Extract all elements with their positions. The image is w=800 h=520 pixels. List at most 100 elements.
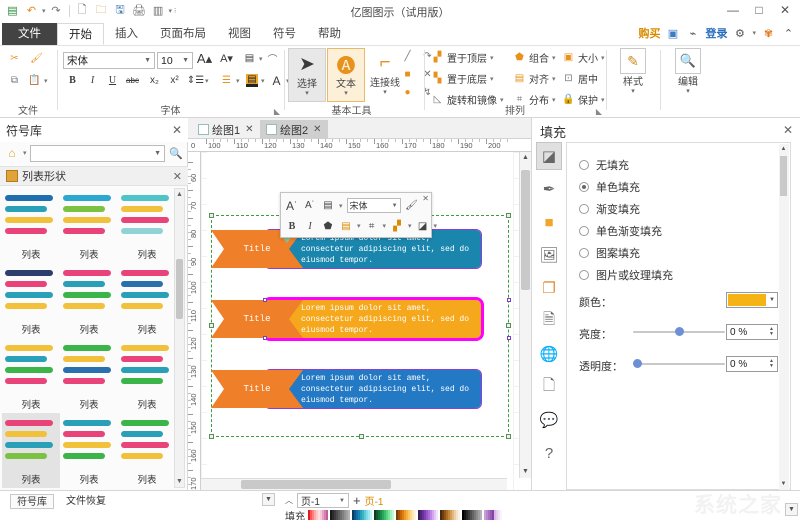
resize-handle[interactable] (209, 213, 214, 218)
horizontal-ruler[interactable]: 0 100 110 120 130 140 150 160 170 180 190 200 (188, 139, 531, 152)
shape-item[interactable]: 列表 (60, 263, 118, 338)
shape-item[interactable]: 列表 (118, 413, 176, 488)
shape-item[interactable]: 列表 (2, 263, 60, 338)
fill-icon[interactable]: ◪ (536, 142, 562, 170)
doc-tab-1[interactable]: 绘图1 ✕ (192, 120, 260, 139)
send-to-back-button[interactable]: ▚ 置于底层 ▾ (431, 71, 494, 86)
fill-option-4[interactable]: 图案填充 (579, 245, 640, 261)
shape-item[interactable]: 列表 (60, 338, 118, 413)
comment-icon[interactable]: 💬 (536, 406, 562, 434)
shape-item[interactable]: 列表 (2, 338, 60, 413)
resize-handle[interactable] (359, 434, 364, 439)
select-tool-button[interactable]: ➤ 选择 ▾ (288, 48, 326, 102)
image-icon[interactable]: 🖼 (536, 241, 562, 269)
shape-item[interactable]: 列表 (60, 413, 118, 488)
status-tab-symbol-library[interactable]: 符号库 (10, 494, 54, 509)
chevron-down-icon[interactable]: ▾ (357, 222, 361, 230)
scroll-down-icon[interactable]: ▼ (520, 466, 531, 478)
bring-to-front-button[interactable]: ▞ 置于顶层 ▾ (431, 50, 494, 65)
share-box-icon[interactable]: ▣ (665, 26, 680, 41)
shape-item[interactable]: 列表 (118, 263, 176, 338)
page-icon[interactable]: 🗎 (536, 307, 562, 335)
tab-home[interactable]: 开始 (57, 23, 104, 45)
font-size-select[interactable]: 10 ▼ (157, 52, 193, 69)
current-page-name[interactable]: 页-1 (365, 493, 384, 508)
fill-option-0[interactable]: 无填充 (579, 157, 629, 173)
style-button[interactable]: ✎ 样式 ▾ (614, 48, 652, 102)
format-painter-icon[interactable]: 🖌 (405, 199, 419, 213)
resize-handle[interactable] (263, 298, 267, 302)
cut-button[interactable]: ✂ (8, 52, 21, 65)
canvas-horizontal-scrollbar[interactable] (201, 478, 507, 490)
status-expand-icon[interactable]: ▼ (785, 503, 798, 516)
edit-button[interactable]: 🔍 编辑 ▾ (669, 48, 707, 102)
highlight-button[interactable]: ▤ ▾ (246, 74, 265, 87)
fill-icon[interactable]: ◪ (416, 219, 430, 233)
shadow-icon[interactable]: ❐ (536, 274, 562, 302)
home-icon[interactable]: ⌂ (4, 145, 20, 161)
vertical-ruler[interactable]: 60 70 80 90 100 110 120 130 140 150 160 170 (188, 152, 201, 490)
bullet-list-button[interactable]: ☰ ▾ (220, 74, 240, 87)
tab-file[interactable]: 文件 (2, 23, 57, 45)
subscript-button[interactable]: x₂ (148, 74, 161, 87)
strikethrough-button[interactable]: abc (126, 74, 139, 87)
close-icon[interactable]: ✕ (172, 123, 182, 137)
scroll-up-icon[interactable]: ▲ (175, 189, 184, 200)
resize-handle[interactable] (507, 336, 511, 340)
fill-panel-scrollbar[interactable]: ▲ ▼ (779, 144, 789, 490)
distribute-icon[interactable]: ⌗ (365, 219, 379, 233)
settings-dropdown-icon[interactable]: ▾ (752, 29, 756, 37)
fill-option-3[interactable]: 单色渐变填充 (579, 223, 662, 239)
chevron-down-icon[interactable]: ▾ (339, 202, 343, 210)
shrink-font-icon[interactable]: A˙ (303, 199, 317, 213)
format-painter-button[interactable]: 🖌 (30, 52, 43, 65)
search-icon[interactable]: 🔍 (168, 145, 184, 161)
text-tool-button[interactable]: 🅐 文本 ▾ (327, 48, 365, 102)
font-family-select[interactable]: 宋体 ▼ (63, 52, 155, 69)
close-icon[interactable]: ✕ (245, 124, 253, 135)
spinner-arrows[interactable]: ▲ ▼ (769, 359, 774, 369)
canvas-vertical-scrollbar[interactable]: ▲ ▼ (519, 152, 531, 478)
tab-help[interactable]: 帮助 (307, 23, 352, 45)
line-spacing-button[interactable]: ▤ ▾ (243, 52, 263, 65)
line-icon[interactable]: ✒ (536, 175, 562, 203)
share-icon[interactable]: ⌁ (685, 26, 700, 41)
help-icon[interactable]: ? (536, 439, 562, 467)
line-shape-button[interactable]: ╱ (401, 50, 414, 63)
group-icon[interactable]: ⬟ (321, 219, 335, 233)
app-icon[interactable]: ✾ (761, 26, 776, 41)
close-icon[interactable]: ✕ (313, 124, 321, 135)
fill-option-2[interactable]: 渐变填充 (579, 201, 640, 217)
radio-icon[interactable] (579, 248, 589, 258)
bold-icon[interactable]: B (285, 219, 299, 233)
brightness-spinner[interactable]: 0 % ▲ ▼ (726, 324, 778, 340)
shape-item[interactable]: 列表 (118, 188, 176, 263)
tab-view[interactable]: 视图 (217, 23, 262, 45)
radio-icon[interactable] (579, 182, 589, 192)
chevron-down-icon[interactable]: ▾ (434, 222, 438, 230)
page-select[interactable]: 页-1 ▼ (297, 493, 349, 508)
tab-page-layout[interactable]: 页面布局 (149, 23, 217, 45)
status-tab-file-recovery[interactable]: 文件恢复 (60, 494, 112, 509)
resize-handle[interactable] (506, 434, 511, 439)
scrollbar-thumb[interactable] (780, 156, 787, 196)
copy-button[interactable]: ⧉ (8, 74, 21, 87)
fill-option-1[interactable]: 单色填充 (579, 179, 640, 195)
scrollbar-thumb[interactable] (521, 170, 530, 290)
transparency-spinner[interactable]: 0 % ▲ ▼ (726, 356, 778, 372)
list-item[interactable]: Lorem ipsum dolor sit amet, consectetur … (211, 297, 511, 341)
scrollbar-thumb[interactable] (241, 480, 391, 489)
scroll-down-icon[interactable]: ▼ (175, 476, 184, 487)
grow-font-button[interactable]: A▴ (197, 51, 212, 66)
buy-button[interactable]: 购买 (638, 25, 660, 41)
resize-handle[interactable] (506, 213, 511, 218)
shape-item[interactable]: 列表 (118, 338, 176, 413)
canvas-page[interactable]: Lorem ipsum dolor sit amet, consectetur … (207, 152, 513, 490)
list-item[interactable]: Lorem ipsum dolor sit amet, consectetur … (211, 369, 509, 409)
shape-scrollbar[interactable]: ▲ ▼ (174, 188, 185, 488)
close-icon[interactable]: ✕ (422, 194, 429, 203)
paragraph-spacing-button[interactable]: ⇕☰ ▾ (187, 74, 209, 87)
collapse-ribbon-icon[interactable]: ⌃ (781, 26, 796, 41)
underline-button[interactable]: U (106, 74, 119, 87)
settings-gear-icon[interactable]: ⚙ (732, 26, 747, 41)
